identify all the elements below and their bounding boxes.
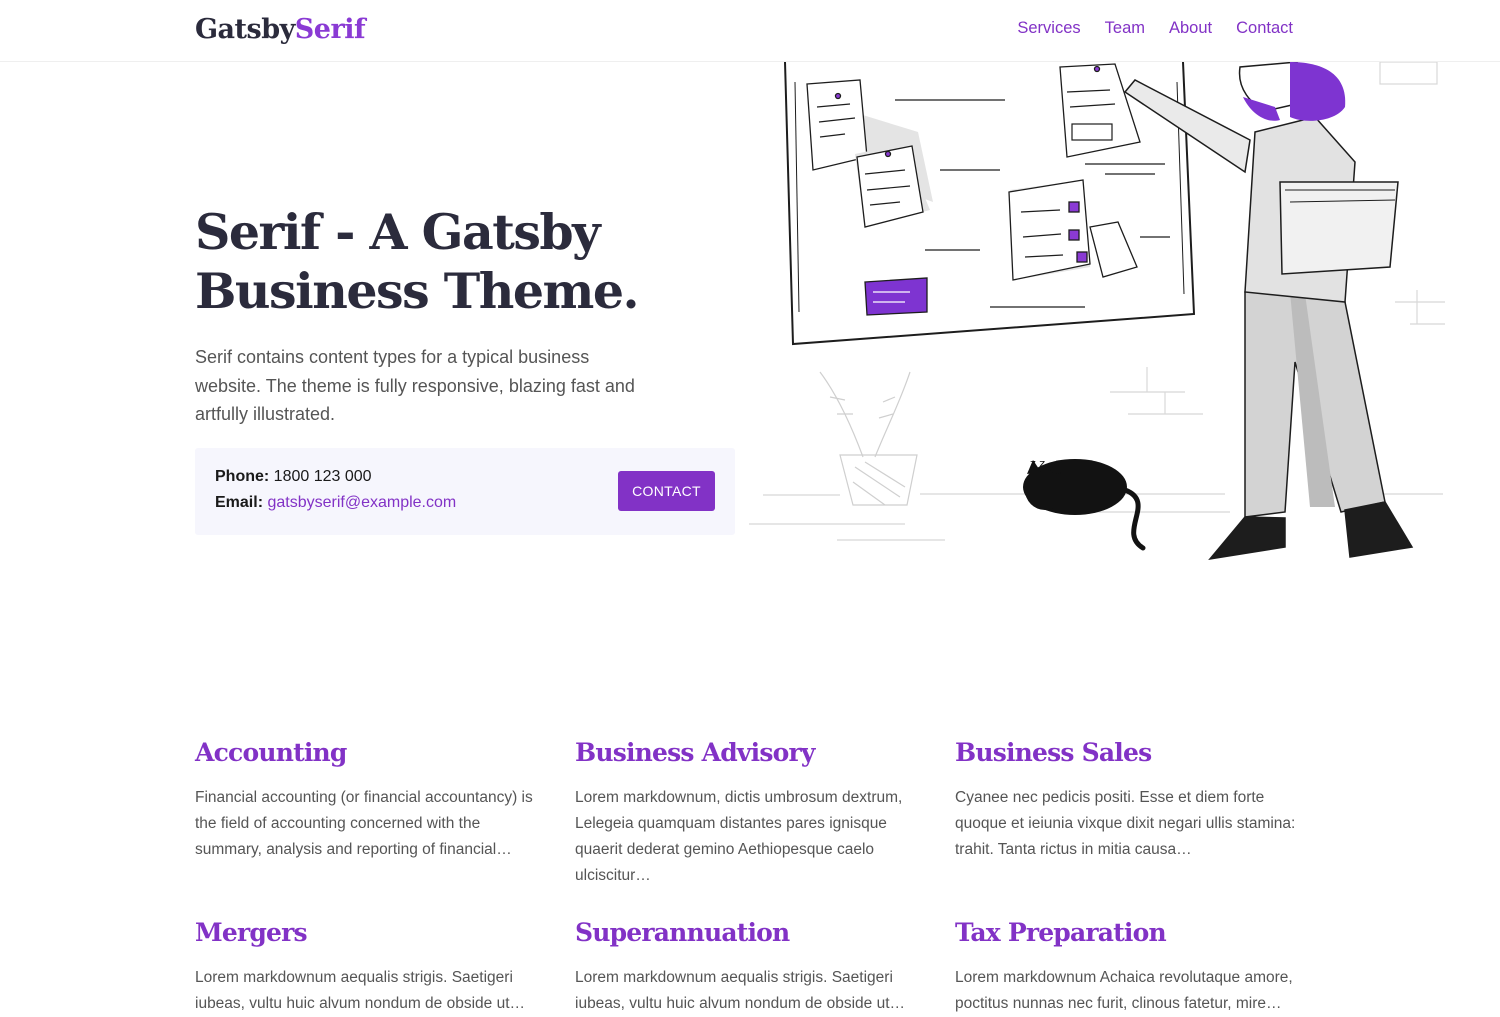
email-link[interactable]: gatsbyserif@example.com bbox=[267, 494, 456, 511]
logo-text-serif: Serif bbox=[294, 14, 366, 45]
service-card-business-sales[interactable]: Business Sales Cyanee nec pedicis positi… bbox=[955, 738, 1310, 863]
nav-link-contact[interactable]: Contact bbox=[1236, 19, 1293, 38]
service-title[interactable]: Mergers bbox=[195, 918, 550, 948]
service-card-accounting[interactable]: Accounting Financial accounting (or fina… bbox=[195, 738, 550, 863]
email-label: Email: bbox=[215, 494, 264, 511]
person-icon bbox=[1123, 62, 1414, 561]
service-title[interactable]: Superannuation bbox=[575, 918, 930, 948]
service-card-mergers[interactable]: Mergers Lorem markdownum aequalis strigi… bbox=[195, 918, 550, 1017]
hero-description: Serif contains content types for a typic… bbox=[195, 347, 635, 424]
main-nav: Services Team About Contact bbox=[1017, 19, 1293, 38]
nav-link-about[interactable]: About bbox=[1169, 19, 1212, 38]
service-excerpt: Lorem markdownum, dictis umbrosum dextru… bbox=[575, 789, 903, 884]
logo-text-gatsby: Gatsby bbox=[195, 14, 295, 45]
phone-row: Phone: 1800 123 000 bbox=[215, 468, 372, 486]
email-row: Email: gatsbyserif@example.com bbox=[215, 494, 456, 512]
service-excerpt: Cyanee nec pedicis positi. Esse et diem … bbox=[955, 789, 1296, 858]
service-title[interactable]: Business Advisory bbox=[575, 738, 930, 768]
service-title[interactable]: Tax Preparation bbox=[955, 918, 1310, 948]
call-box: Phone: 1800 123 000 Email: gatsbyserif@e… bbox=[195, 448, 735, 535]
site-logo[interactable]: GatsbySerif bbox=[195, 14, 366, 45]
service-excerpt: Lorem markdownum aequalis strigis. Saeti… bbox=[575, 969, 906, 1012]
hero-illustration: z z bbox=[749, 62, 1445, 561]
service-excerpt: Financial accounting (or financial accou… bbox=[195, 789, 533, 858]
service-title[interactable]: Business Sales bbox=[955, 738, 1310, 768]
service-excerpt: Lorem markdownum Achaica revolutaque amo… bbox=[955, 969, 1293, 1012]
service-title[interactable]: Accounting bbox=[195, 738, 550, 768]
svg-text:z z: z z bbox=[1030, 457, 1045, 470]
service-card-tax-preparation[interactable]: Tax Preparation Lorem markdownum Achaica… bbox=[955, 918, 1310, 1017]
service-excerpt: Lorem markdownum aequalis strigis. Saeti… bbox=[195, 969, 526, 1012]
service-card-superannuation[interactable]: Superannuation Lorem markdownum aequalis… bbox=[575, 918, 930, 1017]
nav-link-services[interactable]: Services bbox=[1017, 19, 1080, 38]
nav-link-team[interactable]: Team bbox=[1105, 19, 1145, 38]
pinned-notes-icon bbox=[806, 63, 1141, 316]
hero-title: Serif - A Gatsby Business Theme. bbox=[195, 203, 755, 321]
hero-title-line-2: Business Theme. bbox=[195, 262, 640, 320]
hero-title-line-1: Serif - A Gatsby bbox=[195, 203, 601, 261]
contact-button[interactable]: CONTACT bbox=[618, 471, 715, 511]
site-header: GatsbySerif Services Team About Contact bbox=[0, 0, 1500, 62]
phone-number: 1800 123 000 bbox=[273, 468, 372, 485]
service-card-business-advisory[interactable]: Business Advisory Lorem markdownum, dict… bbox=[575, 738, 930, 889]
sleeping-cat-icon: z z bbox=[1023, 457, 1146, 551]
phone-label: Phone: bbox=[215, 468, 270, 485]
plant-icon bbox=[819, 371, 918, 506]
